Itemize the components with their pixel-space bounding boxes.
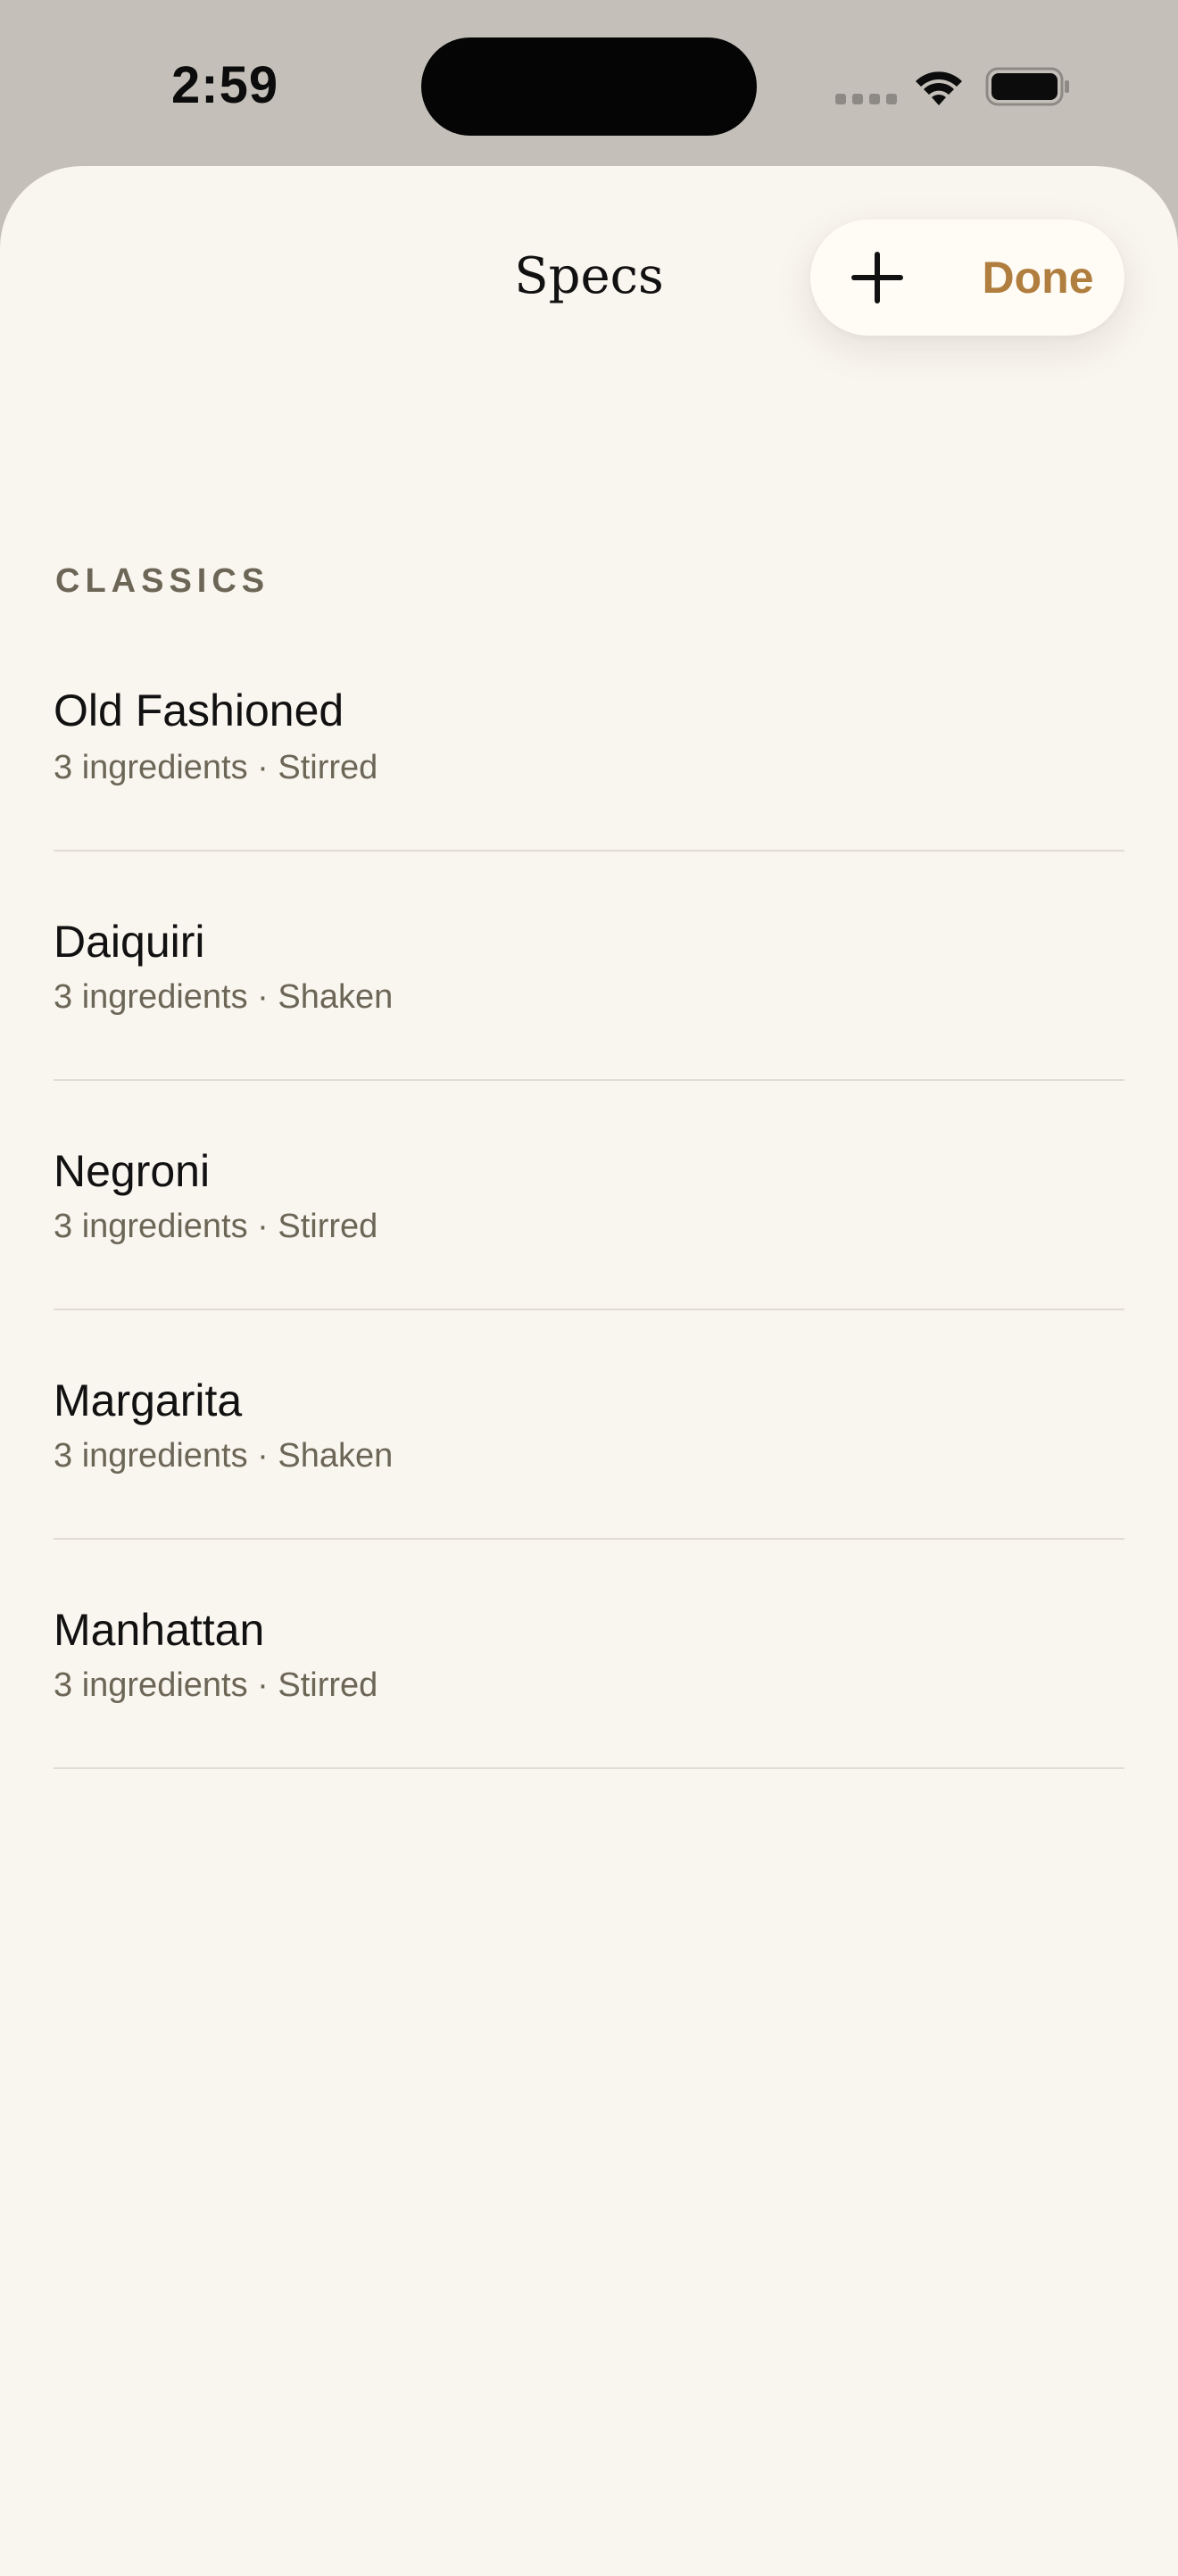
status-time: 2:59 <box>171 56 279 114</box>
cocktail-name: Margarita <box>54 1375 243 1425</box>
cellular-signal-icon <box>835 94 897 104</box>
cocktail-details: 3 ingredients · Stirred <box>54 1666 378 1704</box>
cocktail-name: Daiquiri <box>54 917 205 967</box>
cocktail-name: Manhattan <box>54 1605 265 1655</box>
cocktail-details: 3 ingredients · Shaken <box>54 1437 394 1475</box>
cocktail-name: Old Fashioned <box>54 686 344 735</box>
cocktail-details: 3 ingredients · Stirred <box>54 1208 378 1245</box>
list-item[interactable]: Manhattan 3 ingredients · Stirred <box>54 1540 1124 1769</box>
plus-icon <box>851 252 903 303</box>
status-bar: 2:59 <box>0 0 1178 166</box>
cocktail-list: Old Fashioned 3 ingredients · Stirred Da… <box>54 622 1124 1769</box>
cocktail-details: 3 ingredients · Shaken <box>54 978 394 1016</box>
toolbar-pill: Done <box>810 220 1124 336</box>
list-item[interactable]: Negroni 3 ingredients · Stirred <box>54 1081 1124 1310</box>
add-button[interactable] <box>837 237 917 318</box>
dynamic-island <box>421 37 757 136</box>
list-item[interactable]: Daiquiri 3 ingredients · Shaken <box>54 852 1124 1081</box>
section-header-classics: CLASSICS <box>55 562 270 600</box>
battery-icon <box>985 67 1069 106</box>
done-button[interactable]: Done <box>975 220 1100 336</box>
cocktail-name: Negroni <box>54 1146 211 1196</box>
list-item[interactable]: Old Fashioned 3 ingredients · Stirred <box>54 622 1124 852</box>
cocktail-details: 3 ingredients · Stirred <box>54 749 378 786</box>
wifi-icon <box>916 71 962 105</box>
list-item[interactable]: Margarita 3 ingredients · Shaken <box>54 1310 1124 1540</box>
